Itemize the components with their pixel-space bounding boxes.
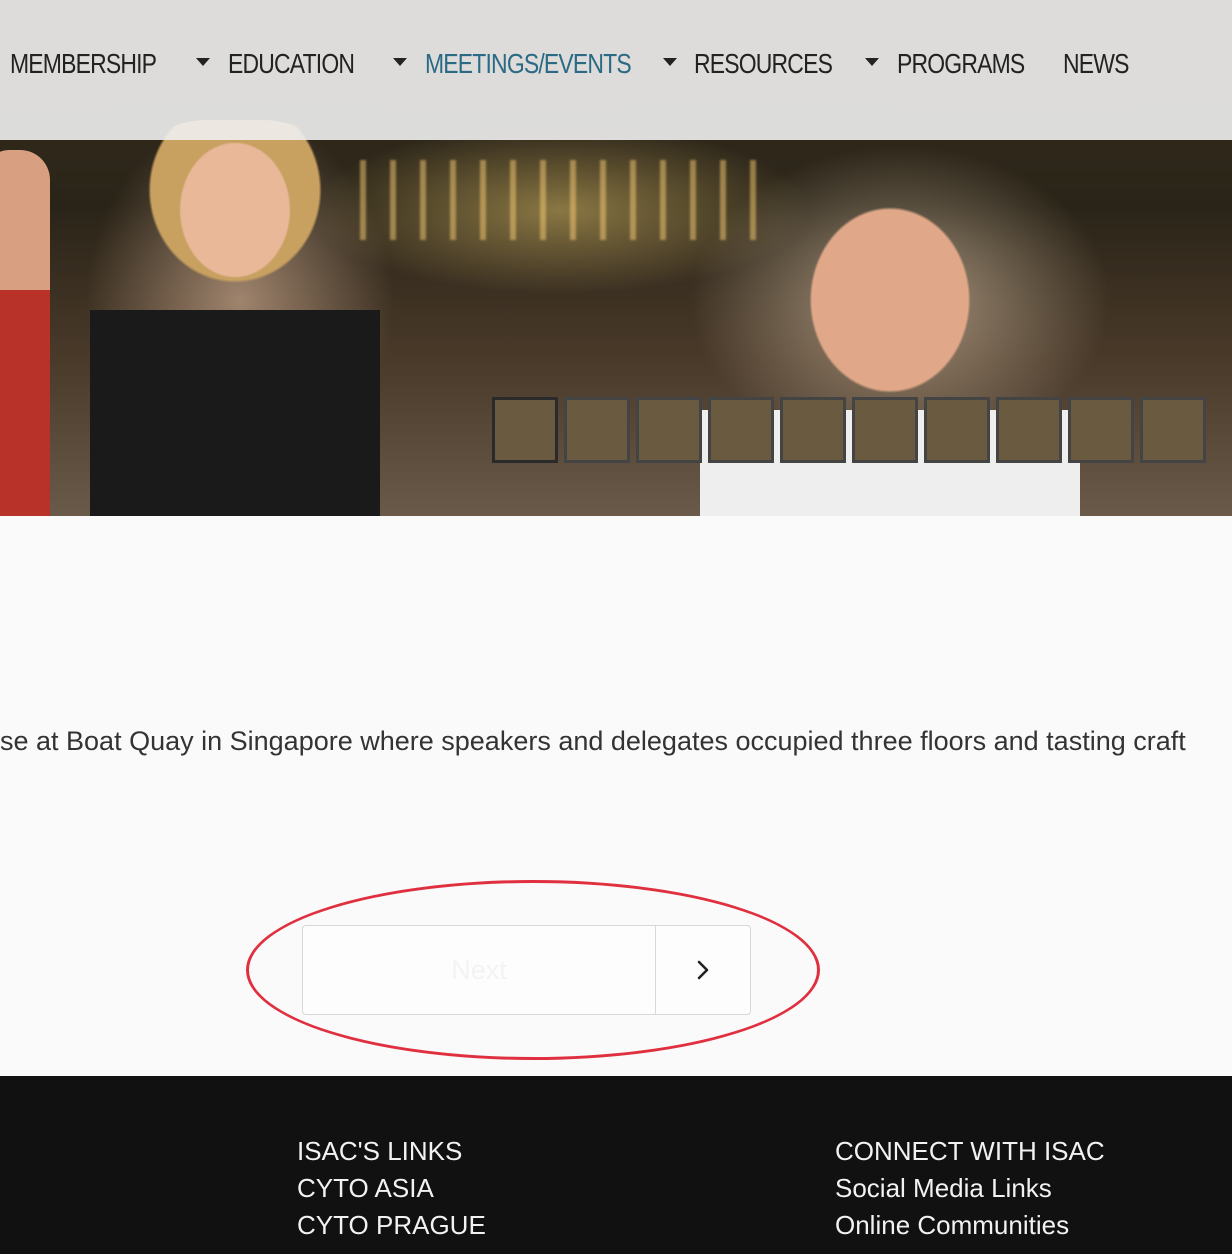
nav-item-education[interactable]: EDUCATION <box>228 44 355 84</box>
caret-down-icon <box>663 58 677 66</box>
footer-links-left: ISAC'S LINKS CYTO ASIA CYTO PRAGUE <box>297 1136 486 1240</box>
gallery-thumbnail[interactable] <box>1068 397 1134 463</box>
footer-link-connect[interactable]: CONNECT WITH ISAC <box>835 1136 1105 1166</box>
gallery-thumbnail[interactable] <box>780 397 846 463</box>
footer: ISAC'S LINKS CYTO ASIA CYTO PRAGUE CONNE… <box>0 1076 1232 1254</box>
footer-links-right: CONNECT WITH ISAC Social Media Links Onl… <box>835 1136 1105 1240</box>
nav-item-resources[interactable]: RESOURCES <box>694 44 833 84</box>
pagination: Next <box>302 925 751 1015</box>
gallery-thumbnail[interactable] <box>564 397 630 463</box>
gallery-thumbnail[interactable] <box>924 397 990 463</box>
caret-down-icon <box>393 58 407 66</box>
photo-person-edge <box>0 150 50 516</box>
gallery-thumbnail[interactable] <box>1140 397 1206 463</box>
gallery-thumbnail[interactable] <box>708 397 774 463</box>
next-label[interactable]: Next <box>303 926 656 1014</box>
main-nav: MEMBERSHIP EDUCATION MEETINGS/EVENTS RES… <box>0 0 1232 140</box>
photo-caption: se at Boat Quay in Singapore where speak… <box>0 726 1186 756</box>
caret-down-icon <box>196 58 210 66</box>
chevron-right-icon <box>697 960 709 980</box>
gallery-thumbnail[interactable] <box>852 397 918 463</box>
footer-link-social-media[interactable]: Social Media Links <box>835 1173 1105 1203</box>
photo-person-left <box>90 120 380 516</box>
nav-item-membership[interactable]: MEMBERSHIP <box>10 44 157 84</box>
caret-down-icon <box>865 58 879 66</box>
gallery-thumbnail[interactable] <box>636 397 702 463</box>
footer-link-isac-links[interactable]: ISAC'S LINKS <box>297 1136 486 1166</box>
footer-link-cyto-prague[interactable]: CYTO PRAGUE <box>297 1210 486 1240</box>
next-button[interactable] <box>656 926 750 1014</box>
footer-link-cyto-asia[interactable]: CYTO ASIA <box>297 1173 486 1203</box>
gallery-thumbnail[interactable] <box>996 397 1062 463</box>
nav-item-news[interactable]: NEWS <box>1063 44 1129 84</box>
gallery-thumbnails <box>492 397 1232 465</box>
nav-item-programs[interactable]: PROGRAMS <box>897 44 1025 84</box>
nav-item-meetings-events[interactable]: MEETINGS/EVENTS <box>425 44 632 84</box>
gallery-thumbnail[interactable] <box>492 397 558 463</box>
footer-link-online-communities[interactable]: Online Communities <box>835 1210 1105 1240</box>
